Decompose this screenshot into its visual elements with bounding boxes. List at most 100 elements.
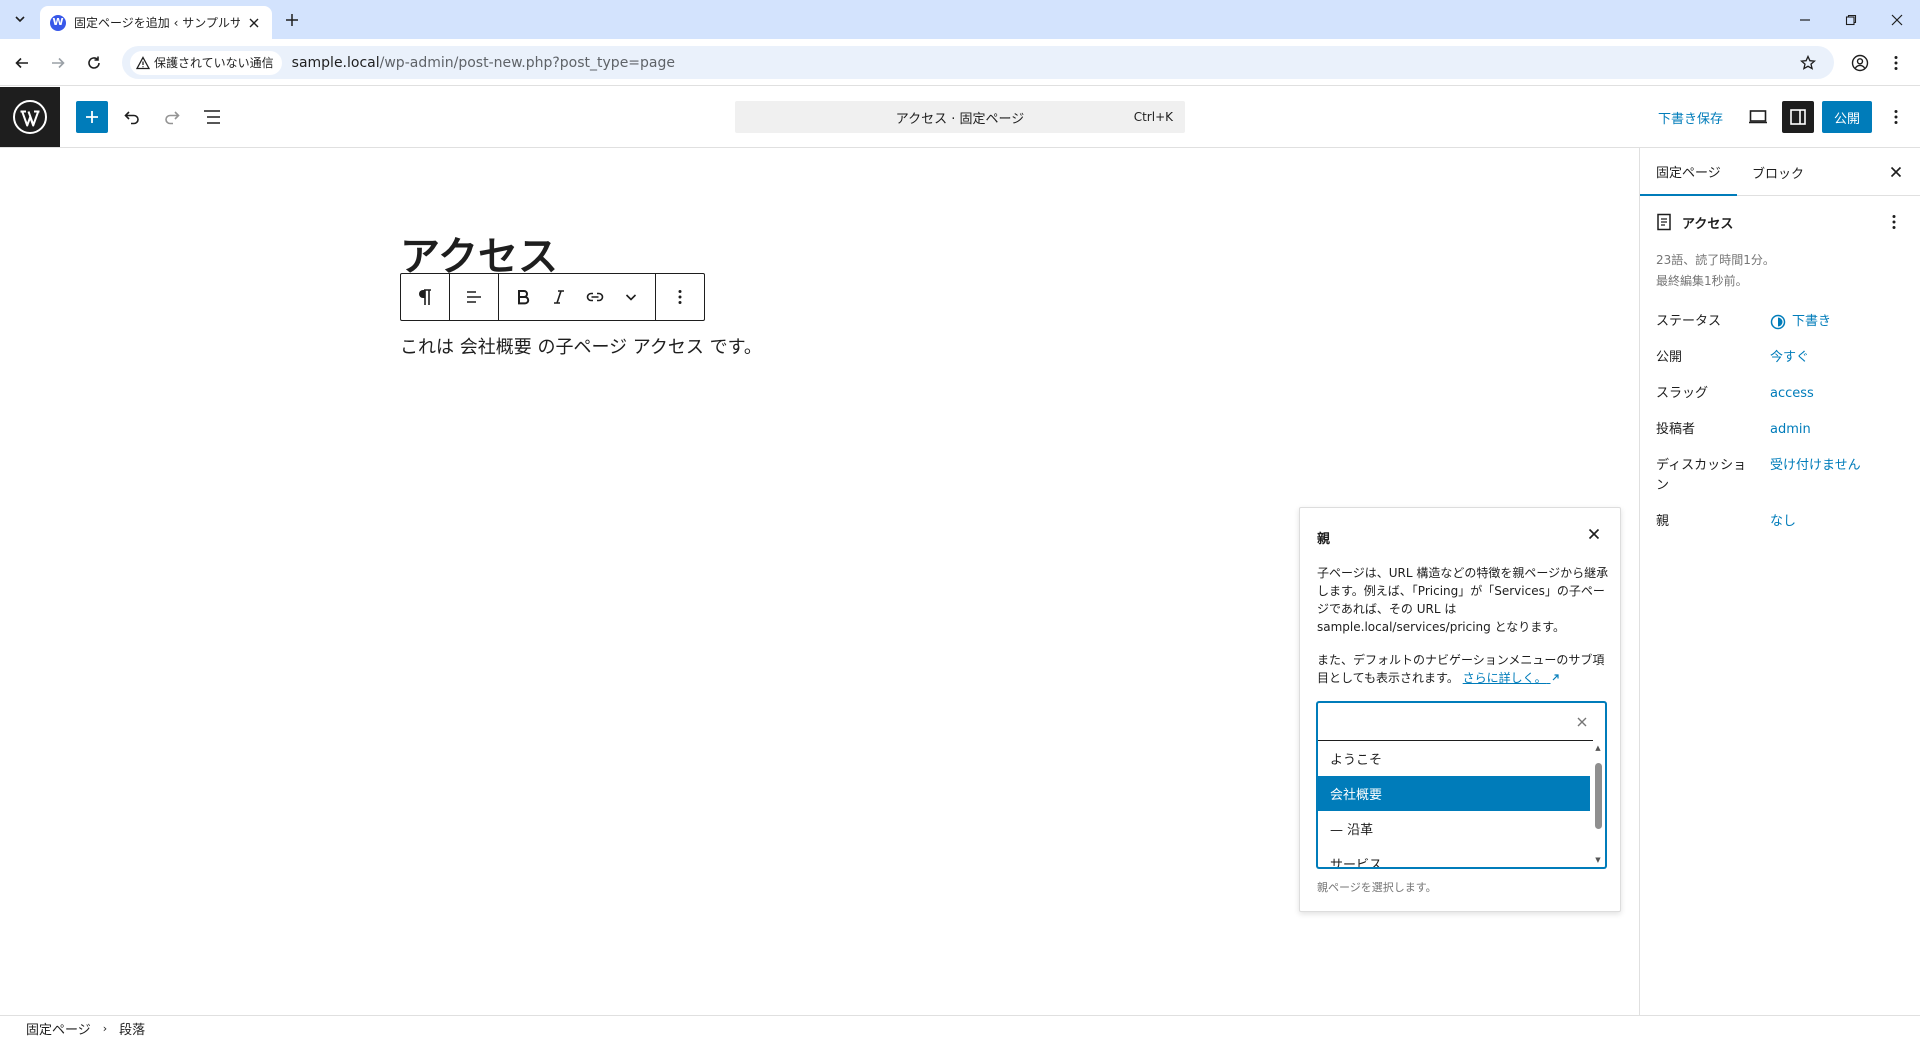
- last-edited: 最終編集1秒前。: [1656, 274, 1748, 288]
- draft-status-icon: [1770, 314, 1786, 330]
- close-sidebar-button[interactable]: [1884, 160, 1908, 184]
- parent-page-popover: 親 子ページは、URL 構造などの特徴を親ページから継承します。例えば、「Pri…: [1299, 507, 1621, 912]
- close-icon: [1890, 166, 1902, 178]
- bookmark-star-icon[interactable]: [1796, 51, 1820, 75]
- restore-window-icon[interactable]: [1828, 0, 1874, 39]
- italic-icon: [554, 290, 564, 304]
- status-label: ステータス: [1656, 314, 1722, 329]
- back-icon[interactable]: [8, 49, 36, 77]
- author-label: 投稿者: [1656, 422, 1696, 437]
- bold-button[interactable]: [505, 274, 541, 320]
- minimize-window-icon[interactable]: [1782, 0, 1828, 39]
- redo-button[interactable]: [156, 101, 188, 133]
- parent-page-combobox[interactable]: ようこそ 会社概要 — 沿革 サービス ▲ ▼: [1317, 702, 1606, 868]
- format-group: [499, 274, 656, 320]
- sidebar-tabs: 固定ページ ブロック: [1640, 148, 1920, 196]
- popover-title: 親: [1317, 532, 1331, 547]
- command-label: アクセス · 固定ページ: [895, 111, 1025, 127]
- save-draft-button[interactable]: 下書き保存: [1650, 101, 1731, 133]
- link-button[interactable]: [577, 274, 613, 320]
- word-count: 23語、読了時間1分。: [1656, 253, 1775, 267]
- browser-tabbar: W 固定ページを追加 ‹ サンプルサイト — WordPress: [0, 0, 1920, 39]
- close-icon: [1577, 717, 1587, 727]
- new-tab-icon[interactable]: [280, 8, 304, 32]
- browser-address-bar: 保護されていない通信 sample.local/wp-admin/post-ne…: [0, 39, 1920, 86]
- more-vertical-icon: [1892, 215, 1896, 229]
- status-button[interactable]: 下書き: [1770, 312, 1831, 332]
- plus-icon: [86, 111, 98, 123]
- breadcrumb-separator-icon: ›: [102, 1021, 108, 1035]
- parent-options-list: ようこそ 会社概要 — 沿革 サービス: [1318, 741, 1590, 867]
- link-icon: [586, 292, 604, 302]
- paragraph-block-button[interactable]: [401, 274, 449, 320]
- warning-icon: [136, 55, 150, 69]
- undo-icon: [124, 111, 139, 125]
- preview-button[interactable]: [1742, 101, 1774, 133]
- document-title: アクセス: [1682, 216, 1734, 232]
- publish-label: 公開: [1656, 350, 1683, 365]
- document-actions-button[interactable]: [1882, 210, 1906, 234]
- bold-icon: [518, 290, 530, 305]
- paragraph-block[interactable]: これは 会社概要 の子ページ アクセス です。: [400, 333, 762, 359]
- parent-option[interactable]: ようこそ: [1318, 741, 1590, 776]
- block-type-group: [401, 274, 450, 320]
- tab-search-dropdown-icon[interactable]: [8, 7, 32, 31]
- options-menu-button[interactable]: [1880, 101, 1912, 133]
- popover-description-2: また、デフォルトのナビゲーションメニューのサブ項目としても表示されます。 さらに…: [1317, 651, 1609, 687]
- learn-more-label: さらに詳しく。: [1462, 671, 1547, 685]
- block-inserter-button[interactable]: [76, 101, 108, 133]
- align-left-icon: [467, 291, 481, 303]
- document-meta: 23語、読了時間1分。 最終編集1秒前。: [1656, 250, 1775, 292]
- breadcrumb-page[interactable]: 固定ページ: [26, 1019, 91, 1038]
- document-summary: アクセス: [1656, 210, 1906, 234]
- redo-icon: [165, 111, 180, 125]
- author-button[interactable]: admin: [1770, 420, 1811, 440]
- parent-option-selected[interactable]: 会社概要: [1318, 776, 1590, 811]
- reload-icon[interactable]: [80, 49, 108, 77]
- close-window-icon[interactable]: [1874, 0, 1920, 39]
- publish-button[interactable]: 公開: [1822, 101, 1872, 133]
- popover-close-button[interactable]: [1582, 522, 1606, 546]
- desktop-preview-icon: [1749, 110, 1767, 124]
- settings-sidebar-toggle[interactable]: [1782, 101, 1814, 133]
- parent-button[interactable]: なし: [1770, 512, 1796, 532]
- more-formats-button[interactable]: [613, 274, 649, 320]
- omnibox[interactable]: 保護されていない通信 sample.local/wp-admin/post-ne…: [122, 46, 1834, 79]
- document-overview-button[interactable]: [196, 101, 228, 133]
- profile-icon[interactable]: [1846, 49, 1874, 77]
- tab-page[interactable]: 固定ページ: [1640, 148, 1737, 196]
- url-host: sample.local: [291, 54, 380, 71]
- undo-button[interactable]: [116, 101, 148, 133]
- align-button[interactable]: [450, 274, 498, 320]
- forward-icon[interactable]: [44, 49, 72, 77]
- browser-tab-active[interactable]: W 固定ページを追加 ‹ サンプルサイト — WordPress: [40, 6, 272, 39]
- wordpress-logo-icon[interactable]: [0, 87, 60, 147]
- scroll-down-arrow-icon[interactable]: ▼: [1593, 855, 1603, 865]
- parent-option[interactable]: — 沿革: [1318, 811, 1590, 846]
- scroll-up-arrow-icon[interactable]: ▲: [1593, 743, 1603, 753]
- learn-more-link[interactable]: さらに詳しく。: [1463, 671, 1560, 685]
- slug-label: スラッグ: [1656, 386, 1709, 401]
- security-chip[interactable]: 保護されていない通信: [130, 50, 282, 75]
- parent-search-input[interactable]: [1318, 703, 1593, 741]
- block-toolbar: [400, 273, 705, 321]
- clear-selection-button[interactable]: [1571, 711, 1593, 733]
- tab-block[interactable]: ブロック: [1736, 148, 1820, 196]
- slug-button[interactable]: access: [1770, 384, 1814, 404]
- close-icon: [1588, 528, 1600, 540]
- chevron-down-icon: [625, 294, 637, 301]
- options-scrollbar[interactable]: ▲ ▼: [1593, 743, 1603, 865]
- block-options-button[interactable]: [656, 274, 704, 320]
- publish-date-button[interactable]: 今すぐ: [1770, 348, 1809, 368]
- breadcrumb-paragraph[interactable]: 段落: [119, 1019, 145, 1038]
- url-path: /wp-admin/post-new.php?post_type=page: [379, 54, 676, 71]
- more-vertical-icon: [1894, 110, 1898, 124]
- scroll-thumb[interactable]: [1595, 763, 1602, 829]
- discussion-button[interactable]: 受け付けません: [1770, 456, 1861, 476]
- more-vertical-icon: [678, 290, 682, 304]
- italic-button[interactable]: [541, 274, 577, 320]
- browser-menu-icon[interactable]: [1882, 49, 1910, 77]
- command-palette-button[interactable]: アクセス · 固定ページ Ctrl+K: [735, 101, 1185, 133]
- close-tab-icon[interactable]: [246, 15, 262, 31]
- parent-option[interactable]: サービス: [1318, 846, 1590, 867]
